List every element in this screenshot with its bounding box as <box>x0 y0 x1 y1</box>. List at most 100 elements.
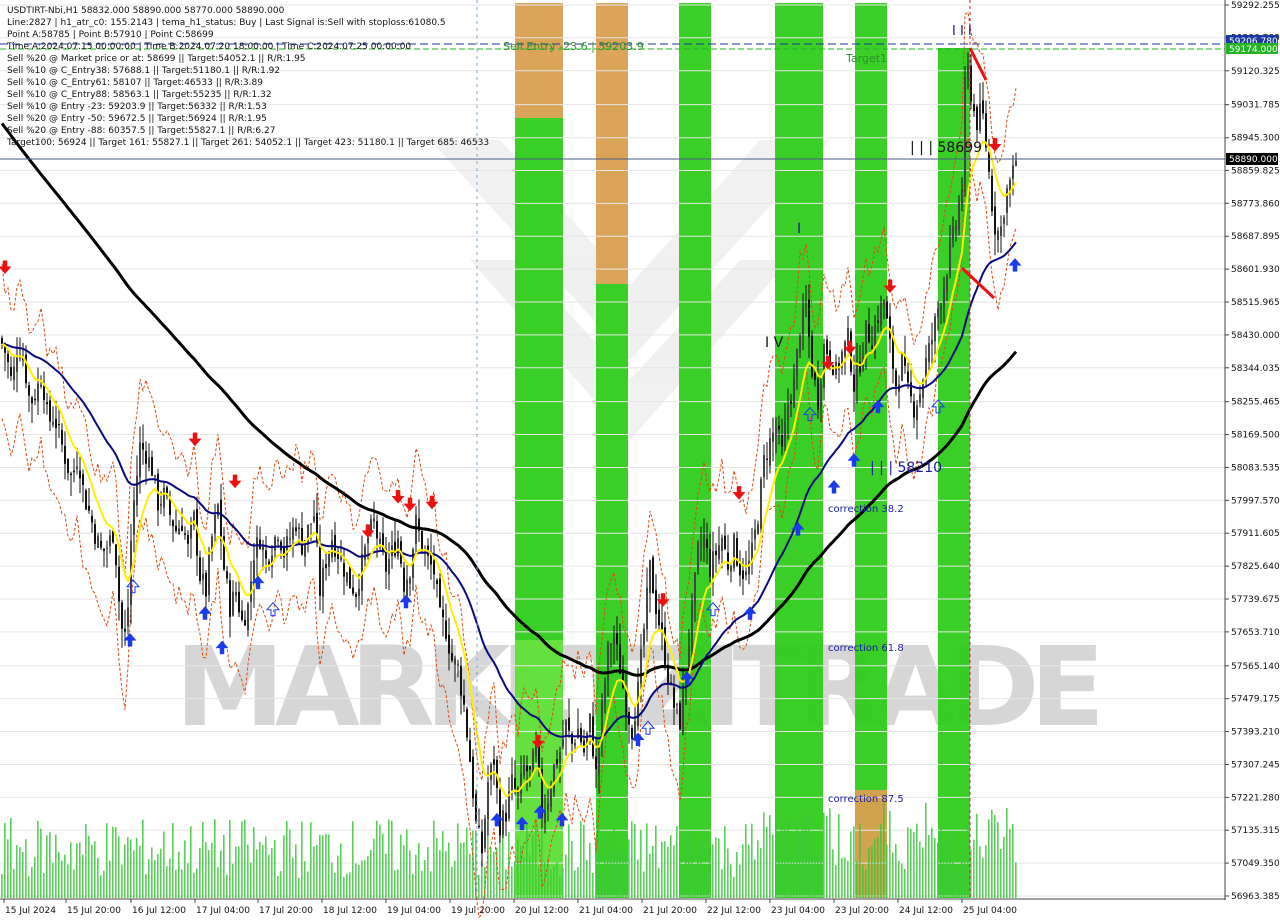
volume-bar <box>295 844 297 898</box>
volume-bar <box>667 846 669 898</box>
candle-body <box>49 400 51 422</box>
info-line-7: Sell %10 @ C_Entry88: 58563.1 || Target:… <box>7 90 272 100</box>
volume-bar <box>760 848 762 898</box>
volume-bar <box>253 827 255 898</box>
candle-body <box>262 546 264 551</box>
candle-body <box>58 424 60 426</box>
candle-body <box>472 756 474 799</box>
y-tick-label: 57565.140 <box>1231 662 1280 672</box>
candle-body <box>358 588 360 597</box>
candle-body <box>463 695 465 705</box>
volume-bar <box>613 829 615 898</box>
volume-bar <box>343 876 345 898</box>
volume-bar <box>601 869 603 898</box>
volume-bar <box>73 869 75 898</box>
volume-bar <box>22 852 24 898</box>
info-line-3: Time A:2024.07.15 00:00:00 | Time B:2024… <box>6 42 411 52</box>
candle-body <box>343 563 345 577</box>
candle-body <box>769 438 771 466</box>
candle-body <box>61 430 63 445</box>
x-tick-label: 17 Jul 20:00 <box>259 906 313 916</box>
candle-body <box>91 515 93 523</box>
volume-bar <box>751 823 753 898</box>
volume-bar <box>496 847 498 898</box>
volume-bar <box>412 873 414 898</box>
volume-bar <box>445 851 447 898</box>
band-1 <box>515 3 563 118</box>
candle-body <box>760 479 762 529</box>
volume-bar <box>226 874 228 898</box>
volume-bar <box>319 834 321 898</box>
candle <box>697 540 699 575</box>
volume-bar <box>376 820 378 898</box>
volume-bar <box>685 840 687 898</box>
candle-body <box>520 772 522 795</box>
y-tick-label: 58515.965 <box>1231 298 1280 308</box>
candle-body <box>73 470 75 473</box>
candle-body <box>325 564 327 569</box>
volume-bar <box>388 819 390 898</box>
volume-bar <box>901 863 903 898</box>
candle-body <box>448 634 450 654</box>
candle-body <box>16 356 18 372</box>
volume-bar <box>673 845 675 898</box>
candle-body <box>730 565 732 572</box>
candle-body <box>655 590 657 615</box>
candle-body <box>220 499 222 541</box>
volume-bar <box>430 871 432 898</box>
candle-body <box>991 175 993 212</box>
volume-bar <box>898 861 900 898</box>
volume-bar <box>946 837 948 898</box>
volume-bar <box>883 802 885 898</box>
volume-bar <box>55 834 57 898</box>
volume-bar <box>244 819 246 898</box>
x-tick-label: 23 Jul 04:00 <box>771 906 825 916</box>
candle-body <box>487 782 489 820</box>
volume-bar <box>955 873 957 898</box>
candle-body <box>70 473 72 476</box>
volume-bar <box>289 829 291 898</box>
candle-body <box>628 712 630 725</box>
candle-body <box>697 543 699 570</box>
candle-body <box>226 571 228 579</box>
volume-bar <box>553 866 555 898</box>
candle-body <box>613 637 615 645</box>
y-tick-label: 58169.500 <box>1231 431 1280 441</box>
volume-bar <box>937 842 939 898</box>
volume-bar <box>811 845 813 898</box>
candle-body <box>127 607 129 627</box>
volume-bar <box>766 826 768 898</box>
volume-bar <box>43 873 45 898</box>
volume-bar <box>175 869 177 898</box>
volume-bar <box>61 860 63 898</box>
candle-body <box>421 530 423 552</box>
candle-body <box>313 516 315 522</box>
volume-bar <box>436 838 438 898</box>
volume-bar <box>178 851 180 898</box>
candle-body <box>7 353 9 363</box>
candle-body <box>970 65 972 102</box>
candle-body <box>547 803 549 811</box>
candle-body <box>976 106 978 130</box>
candle <box>832 364 834 376</box>
volume-bar <box>49 832 51 898</box>
candle-body <box>379 538 381 545</box>
volume-bar <box>865 870 867 898</box>
volume-bar <box>442 831 444 898</box>
candle-body <box>703 534 705 549</box>
candle-body <box>481 831 483 854</box>
volume-bar <box>427 847 429 898</box>
candle-body <box>55 418 57 429</box>
volume-bar <box>190 826 192 898</box>
candle-body <box>40 384 42 387</box>
volume-bar <box>145 873 147 898</box>
candle-body <box>733 534 735 569</box>
volume-bar <box>958 873 960 898</box>
volume-bar <box>211 842 213 898</box>
volume-bar <box>400 834 402 898</box>
candle-body <box>610 648 612 650</box>
volume-bar <box>358 865 360 898</box>
volume-bar <box>598 821 600 898</box>
volume-bar <box>34 856 36 898</box>
volume-bar <box>574 870 576 898</box>
